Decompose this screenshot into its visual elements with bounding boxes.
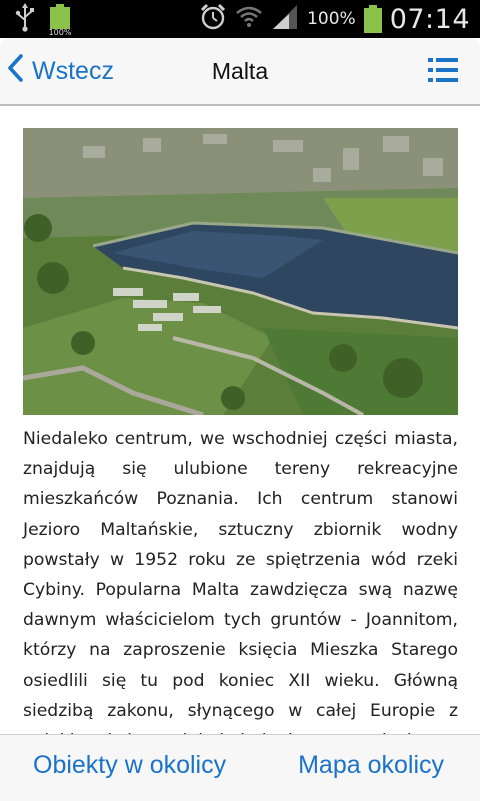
- status-bar-right: 100% 07:14: [199, 0, 470, 38]
- header-bar: Wstecz Malta: [0, 38, 480, 106]
- chevron-left-icon: [6, 53, 24, 90]
- list-menu-button[interactable]: [428, 56, 458, 84]
- list-icon: [428, 58, 458, 88]
- back-button-label: Wstecz: [32, 56, 114, 85]
- bottom-bar: Obiekty w okolicy Mapa okolicy: [0, 734, 480, 801]
- content-area[interactable]: Niedaleko centrum, we wschodniej części …: [0, 106, 480, 734]
- area-map-button[interactable]: Mapa okolicy: [298, 751, 444, 780]
- alarm-icon: [199, 3, 227, 35]
- wifi-icon: [235, 4, 263, 34]
- nearby-objects-button[interactable]: Obiekty w okolicy: [33, 751, 226, 780]
- battery-icon-label: 100%: [48, 28, 72, 37]
- clock: 07:14: [389, 3, 470, 35]
- battery-charging-icon: [363, 5, 382, 33]
- status-bar-left: 100%: [14, 2, 71, 37]
- back-button[interactable]: Wstecz: [6, 53, 114, 89]
- battery-percent: 100%: [307, 9, 356, 29]
- body-text: Niedaleko centrum, we wschodniej części …: [23, 429, 458, 734]
- usb-icon: [14, 2, 36, 36]
- aerial-photo-lake-icon: [23, 128, 458, 415]
- status-bar: 100% 100% 07:14: [0, 0, 480, 38]
- signal-icon: [271, 3, 299, 35]
- battery-full-icon: 100%: [49, 4, 71, 37]
